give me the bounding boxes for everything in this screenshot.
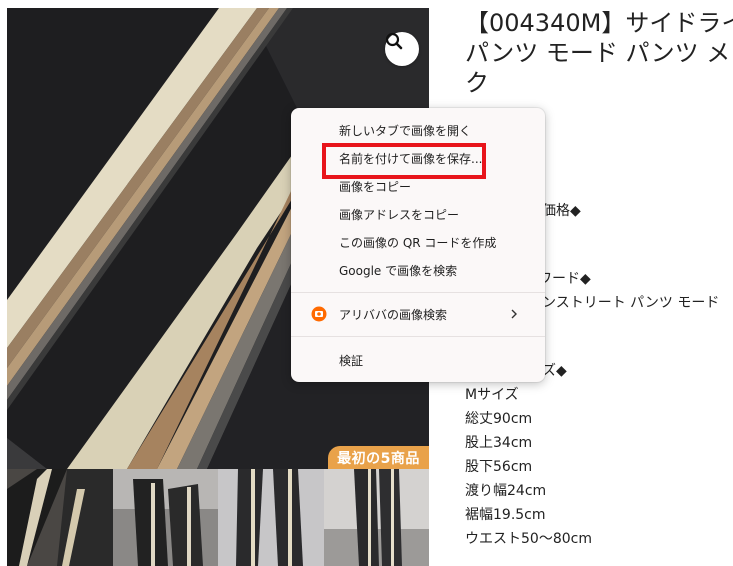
product-title-line: 【004340M】サイドライ <box>465 9 733 37</box>
spec-inseam: 股下56cm <box>465 459 533 475</box>
product-title-line: パンツ モード パンツ メン <box>465 39 733 67</box>
thumbnail-strip <box>7 469 429 566</box>
menu-item-label: 画像をコピー <box>339 179 412 194</box>
menu-separator <box>291 292 545 293</box>
menu-item-inspect[interactable]: 検証 <box>291 346 545 374</box>
highlight-box <box>322 143 486 179</box>
menu-item-create-qr-code[interactable]: この画像の QR コードを作成 <box>291 228 545 256</box>
keyword-heading: ワード◆ <box>538 271 591 287</box>
chevron-right-icon <box>511 309 517 319</box>
thumbnail-image <box>323 469 429 566</box>
product-title-line: ク <box>465 69 489 97</box>
thumbnail-image <box>112 469 218 566</box>
thumbnail-image <box>218 469 324 566</box>
keyword-text: ンストリート パンツ モード <box>542 295 720 311</box>
menu-item-open-image-new-tab[interactable]: 新しいタブで画像を開く <box>291 116 545 144</box>
price-heading: 価格◆ <box>542 203 581 219</box>
menu-item-label: Google で画像を検索 <box>339 263 458 278</box>
menu-item-label: アリババの画像検索 <box>339 307 448 322</box>
thumbnail-1[interactable] <box>7 469 113 566</box>
spec-waist: ウエスト50～80cm <box>465 531 592 547</box>
menu-item-copy-image-address[interactable]: 画像アドレスをコピー <box>291 200 545 228</box>
promo-badge: 最初の5商品 <box>328 446 429 470</box>
alibaba-image-search-icon <box>311 306 327 322</box>
menu-item-alibaba-image-search[interactable]: アリババの画像検索 <box>291 300 545 328</box>
menu-item-label: 画像アドレスをコピー <box>339 207 460 222</box>
menu-separator <box>291 336 545 337</box>
spec-rise: 股上34cm <box>465 435 533 451</box>
spec-length: 総丈90cm <box>465 411 533 427</box>
thumbnail-2[interactable] <box>112 469 218 566</box>
zoom-button[interactable] <box>385 32 419 66</box>
menu-item-label: 検証 <box>339 353 364 368</box>
thumbnail-image <box>7 469 113 566</box>
spec-hem: 裾幅19.5cm <box>465 507 546 523</box>
product-title: 【004340M】サイドライ パンツ モード パンツ メン ク <box>465 8 733 98</box>
spec-thigh: 渡り幅24cm <box>465 483 547 499</box>
thumbnail-4[interactable] <box>323 469 429 566</box>
menu-item-label: この画像の QR コードを作成 <box>339 235 497 250</box>
spec-size: Mサイズ <box>465 387 519 403</box>
thumbnail-3[interactable] <box>218 469 324 566</box>
menu-item-label: 新しいタブで画像を開く <box>339 123 472 138</box>
size-heading: ズ◆ <box>542 363 567 379</box>
menu-item-search-google[interactable]: Google で画像を検索 <box>291 256 545 284</box>
magnifier-icon <box>385 32 403 50</box>
